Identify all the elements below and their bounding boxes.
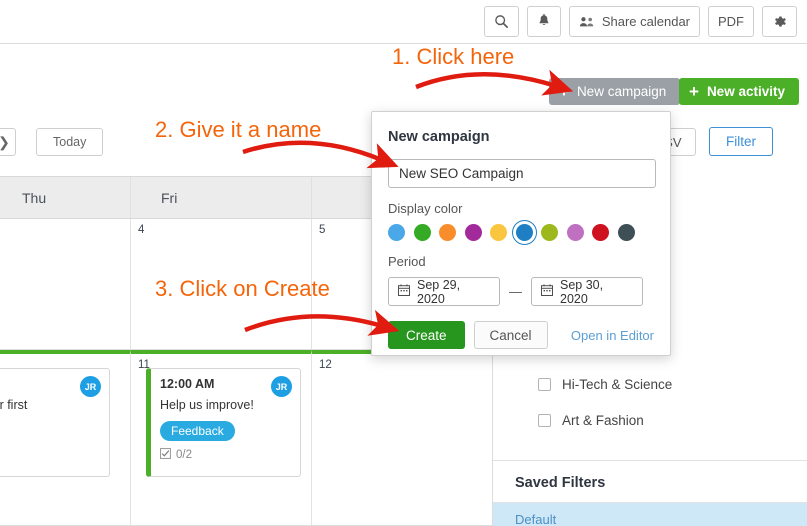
top-header-bar: Share calendar PDF xyxy=(0,0,807,44)
today-label: Today xyxy=(53,135,87,149)
color-swatch-red[interactable] xyxy=(592,224,609,241)
color-swatch-purple[interactable] xyxy=(464,224,482,241)
pdf-button[interactable]: PDF xyxy=(708,6,754,37)
calendar-day-cell[interactable] xyxy=(0,219,130,349)
avatar[interactable]: JR xyxy=(80,376,101,397)
new-campaign-button[interactable]: + New campaign xyxy=(549,78,681,105)
day-number: 4 xyxy=(138,224,145,236)
checkbox-row-hi-tech-science[interactable]: Hi-Tech & Science xyxy=(493,366,807,402)
event-card[interactable]: 12:00 AM Help us improve! Feedback 0/2 J… xyxy=(146,368,301,477)
avatar[interactable]: JR xyxy=(271,376,292,397)
open-in-editor-link[interactable]: Open in Editor xyxy=(571,328,654,343)
day-number: 5 xyxy=(319,224,326,236)
color-swatch-slate[interactable] xyxy=(617,224,635,241)
bell-icon xyxy=(537,14,551,29)
start-date-value: Sep 29, 2020 xyxy=(417,277,461,306)
notifications-button[interactable] xyxy=(526,6,561,37)
event-tag[interactable]: Feedback xyxy=(160,420,235,441)
event-title: Help us improve! xyxy=(160,398,254,412)
filter-button[interactable]: Filter xyxy=(709,127,773,156)
campaign-name-input[interactable] xyxy=(388,159,656,188)
chevron-right-icon: ❯ xyxy=(0,134,10,151)
calendar-day-cell[interactable]: AM o your first aign! 3 JR xyxy=(0,350,130,525)
new-activity-button[interactable]: + New activity xyxy=(679,78,799,105)
gear-icon xyxy=(772,14,787,29)
date-range-dash: — xyxy=(509,284,522,299)
saved-filter-default[interactable]: Default xyxy=(493,502,807,526)
day-header-fri: Fri xyxy=(130,177,311,218)
checkbox-icon[interactable] xyxy=(538,377,551,391)
color-swatch-olive[interactable] xyxy=(541,224,558,241)
saved-filters-title: Saved Filters xyxy=(493,460,807,502)
settings-button[interactable] xyxy=(762,6,797,37)
plus-icon: + xyxy=(559,82,569,101)
color-swatch-yellow[interactable] xyxy=(490,224,507,241)
checkbox-icon xyxy=(160,447,171,462)
checkbox-label: Art & Fashion xyxy=(562,412,644,428)
calendar-day-cell[interactable]: 12 xyxy=(311,350,492,525)
app-root: Share calendar PDF + New campaign + New … xyxy=(0,0,807,526)
calendar-icon xyxy=(541,284,553,299)
create-button[interactable]: Create xyxy=(388,321,465,349)
new-campaign-popup: New campaign Display color Period Sep 29… xyxy=(371,111,671,356)
pdf-label: PDF xyxy=(718,14,744,29)
search-icon xyxy=(494,14,509,29)
people-icon xyxy=(579,15,595,28)
search-button[interactable] xyxy=(483,6,519,37)
event-title: o your first aign! xyxy=(0,398,28,412)
display-color-label: Display color xyxy=(388,201,463,216)
event-card[interactable]: AM o your first aign! 3 JR xyxy=(0,368,110,477)
cancel-button[interactable]: Cancel xyxy=(473,321,548,349)
period-label: Period xyxy=(388,254,426,269)
popup-footer: Create Cancel Open in Editor xyxy=(388,321,654,349)
today-button[interactable]: Today xyxy=(36,128,104,156)
event-checklist: 0/2 xyxy=(160,447,291,462)
color-swatch-blue-selected[interactable] xyxy=(511,220,537,245)
end-date-value: Sep 30, 2020 xyxy=(560,277,604,306)
day-number: 12 xyxy=(319,359,332,371)
checkbox-label: Hi-Tech & Science xyxy=(562,376,673,392)
period-row: Sep 29, 2020 — Sep 30, 2020 xyxy=(388,277,654,306)
plus-icon: + xyxy=(689,82,699,101)
share-calendar-button[interactable]: Share calendar xyxy=(568,6,700,37)
event-checklist: 3 xyxy=(0,443,100,455)
color-swatch-green[interactable] xyxy=(413,224,431,241)
top-header-toolbar: Share calendar PDF xyxy=(483,6,797,37)
start-date-field[interactable]: Sep 29, 2020 xyxy=(388,277,500,306)
popup-title: New campaign xyxy=(388,129,490,145)
checklist-count: 0/2 xyxy=(176,448,192,461)
calendar-day-cell[interactable]: 11 12:00 AM Help us improve! Feedback 0/… xyxy=(130,350,311,525)
checkbox-icon[interactable] xyxy=(538,413,551,427)
calendar-day-cell[interactable]: 4 xyxy=(130,219,311,349)
color-swatch-orchid[interactable] xyxy=(566,224,584,241)
filter-label: Filter xyxy=(726,134,756,149)
new-activity-label: New activity xyxy=(706,84,785,99)
color-swatch-blue-light[interactable] xyxy=(388,224,405,241)
calendar-icon xyxy=(398,284,410,299)
end-date-field[interactable]: Sep 30, 2020 xyxy=(531,277,643,306)
day-header-thu: Thu xyxy=(22,189,47,206)
color-swatch-list xyxy=(388,220,654,245)
checkbox-row-art-fashion[interactable]: Art & Fashion xyxy=(493,402,807,438)
next-period-button[interactable]: ❯ xyxy=(0,128,16,156)
color-swatch-orange[interactable] xyxy=(439,224,456,241)
new-campaign-label: New campaign xyxy=(576,84,667,99)
calendar-week-row: AM o your first aign! 3 JR 11 12:00 AM H… xyxy=(0,350,492,526)
share-calendar-label: Share calendar xyxy=(601,14,690,29)
